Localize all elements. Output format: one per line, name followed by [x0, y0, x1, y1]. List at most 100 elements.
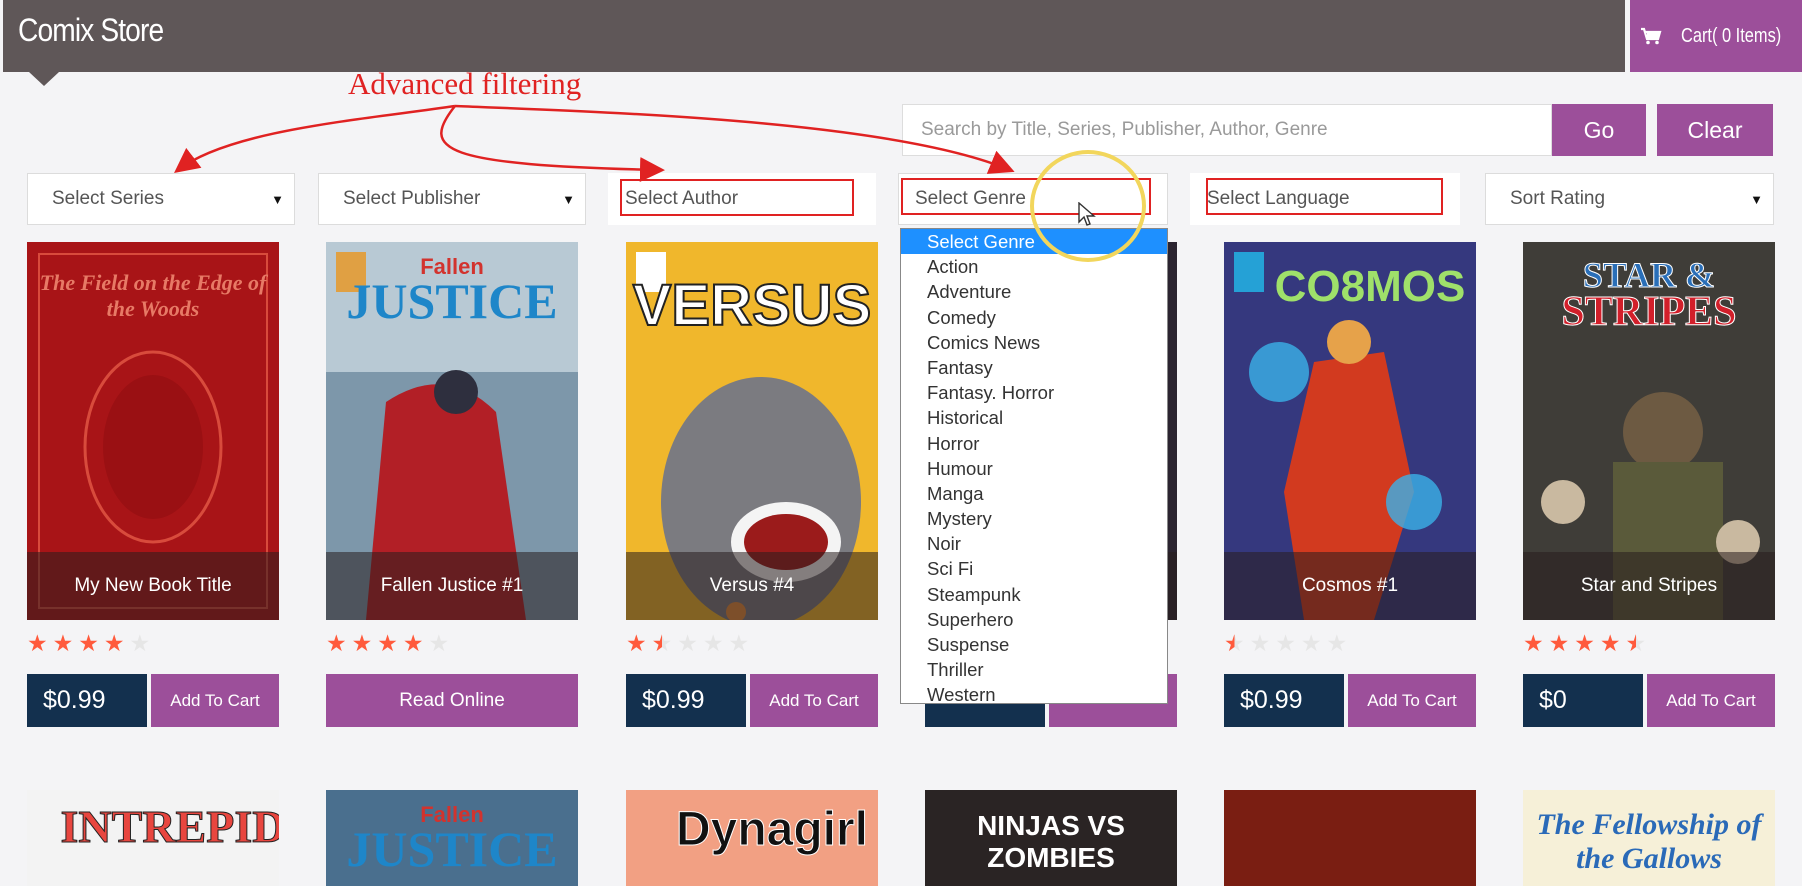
cart-label: Cart( 0 Items) — [1680, 24, 1782, 47]
search-input[interactable] — [902, 104, 1552, 156]
star-icon: ★ — [129, 630, 151, 656]
comic-cover[interactable]: STAR & STRIPES Star and Stripes — [1523, 242, 1775, 620]
select-language-label: Select Language — [1207, 188, 1350, 209]
add-to-cart-button[interactable]: Add To Cart — [1647, 674, 1775, 727]
mouse-cursor-icon — [1078, 202, 1096, 226]
shopping-cart-icon — [1640, 27, 1662, 45]
select-series[interactable]: Select Series ▼ — [27, 173, 295, 225]
cover-text: INTREPID — [60, 801, 279, 853]
select-genre-label: Select Genre — [915, 188, 1026, 209]
star-icon: ★ — [1548, 630, 1570, 656]
genre-option[interactable]: Manga — [901, 481, 1167, 506]
comic-cover[interactable]: VERSUS Versus #4 — [626, 242, 878, 620]
star-icon: ★ — [1300, 630, 1322, 656]
genre-option[interactable]: Historical — [901, 405, 1167, 430]
cover-text: Dynagirl — [675, 803, 869, 857]
comic-title: Fallen Justice #1 — [326, 552, 578, 620]
select-author-label: Select Author — [625, 188, 739, 209]
comic-title: Versus #4 — [626, 552, 878, 620]
cover-text: CO8MOS — [1274, 262, 1466, 311]
cover-text: The Field on the Edge of the Woods — [39, 270, 267, 321]
cover-text-stripes: STRIPES — [1561, 289, 1737, 336]
rating-stars: ★ ★ ★ ★ ★ — [626, 630, 750, 656]
advanced-filtering-annotation: Advanced filtering — [348, 66, 582, 101]
genre-option[interactable]: Superhero — [901, 607, 1167, 632]
comic-title: Star and Stripes — [1523, 552, 1775, 620]
store-brand[interactable]: Comix Store — [18, 12, 164, 49]
comic-cover[interactable]: NINJAS VS ZOMBIES — [925, 790, 1177, 886]
genre-option[interactable]: Suspense — [901, 632, 1167, 657]
star-icon: ★ — [728, 630, 750, 656]
add-to-cart-button[interactable]: Add To Cart — [1348, 674, 1476, 727]
star-icon: ★ — [702, 630, 724, 656]
comic-cover[interactable]: INTREPID — [27, 790, 279, 886]
comic-cover[interactable]: Fallen JUSTICE Fallen Justice #1 — [326, 242, 578, 620]
star-icon: ★ — [52, 630, 74, 656]
comic-cover[interactable]: Fallen JUSTICE — [326, 790, 578, 886]
top-header: Comix Store — [3, 0, 1625, 86]
star-icon: ★ — [1574, 630, 1595, 656]
select-series-label: Select Series — [52, 188, 164, 209]
star-icon: ★ — [1249, 630, 1271, 656]
star-icon: ★ — [677, 630, 698, 656]
genre-option[interactable]: Mystery — [901, 506, 1167, 531]
rating-stars: ★ ★ ★ ★ ★ — [27, 630, 151, 656]
genre-dropdown-list[interactable]: Select Genre Action Adventure Comedy Comics … — [900, 228, 1168, 707]
comic-title: My New Book Title — [27, 552, 279, 620]
star-icon: ★ — [326, 630, 347, 656]
genre-option[interactable]: Noir — [901, 531, 1167, 556]
caret-down-icon: ▼ — [271, 192, 284, 207]
genre-option[interactable]: Comics News — [901, 330, 1167, 355]
star-icon: ★ — [103, 630, 125, 656]
add-to-cart-button[interactable]: Add To Cart — [750, 674, 878, 727]
star-icon: ★ — [351, 630, 373, 656]
price-tag: $0.99 — [626, 674, 746, 727]
select-publisher-label: Select Publisher — [343, 188, 481, 209]
genre-option[interactable]: Steampunk — [901, 582, 1167, 607]
price-tag: $0 — [1523, 674, 1643, 727]
genre-option[interactable]: Fantasy. Horror — [901, 380, 1167, 405]
genre-option[interactable]: Horror — [901, 431, 1167, 456]
header-notch — [29, 72, 59, 86]
star-icon: ★ — [1275, 630, 1296, 656]
read-online-button[interactable]: Read Online — [326, 674, 578, 727]
comic-cover[interactable]: The Field on the Edge of the Woods My Ne… — [27, 242, 279, 620]
select-author[interactable]: Select Author — [608, 173, 876, 225]
genre-option[interactable]: Western — [901, 682, 1167, 707]
add-to-cart-button[interactable]: Add To Cart — [151, 674, 279, 727]
select-publisher[interactable]: Select Publisher ▼ — [318, 173, 586, 225]
star-icon: ★ — [1599, 630, 1621, 656]
comic-cover[interactable]: The Fellowship of the Gallows — [1523, 790, 1775, 886]
genre-option[interactable]: Sci Fi — [901, 556, 1167, 581]
genre-option[interactable]: Comedy — [901, 305, 1167, 330]
star-icon: ★ — [1326, 630, 1348, 656]
go-button[interactable]: Go — [1552, 104, 1646, 156]
cart-button[interactable]: Cart( 0 Items) — [1630, 0, 1802, 72]
cover-text-justice: JUSTICE — [346, 821, 558, 877]
genre-option[interactable]: Humour — [901, 456, 1167, 481]
star-half-icon: ★ — [1224, 630, 1245, 656]
price-tag: $0.99 — [27, 674, 147, 727]
cover-text: The Fellowship of the Gallows — [1536, 808, 1762, 875]
select-language[interactable]: Select Language — [1190, 173, 1460, 225]
star-icon: ★ — [1523, 630, 1544, 656]
star-icon: ★ — [428, 630, 450, 656]
star-icon: ★ — [78, 630, 99, 656]
cover-text: NINJAS VS ZOMBIES — [977, 810, 1125, 873]
star-icon: ★ — [626, 630, 647, 656]
comic-cover[interactable]: Dynagirl — [626, 790, 878, 886]
comic-cover[interactable]: CO8MOS Cosmos #1 — [1224, 242, 1476, 620]
genre-option[interactable]: Fantasy — [901, 355, 1167, 380]
comic-cover[interactable] — [1224, 790, 1476, 886]
clear-button[interactable]: Clear — [1657, 104, 1773, 156]
star-half-icon: ★ — [651, 630, 673, 656]
comic-title: Cosmos #1 — [1224, 552, 1476, 620]
genre-option[interactable]: Thriller — [901, 657, 1167, 682]
genre-option[interactable]: Action — [901, 254, 1167, 279]
sort-rating-label: Sort Rating — [1510, 188, 1606, 209]
rating-stars: ★ ★ ★ ★ ★ — [1224, 630, 1348, 656]
sort-rating-select[interactable]: Sort Rating ▼ — [1485, 173, 1774, 225]
star-icon: ★ — [27, 630, 48, 656]
genre-option[interactable]: Adventure — [901, 279, 1167, 304]
price-tag: $0.99 — [1224, 674, 1344, 727]
